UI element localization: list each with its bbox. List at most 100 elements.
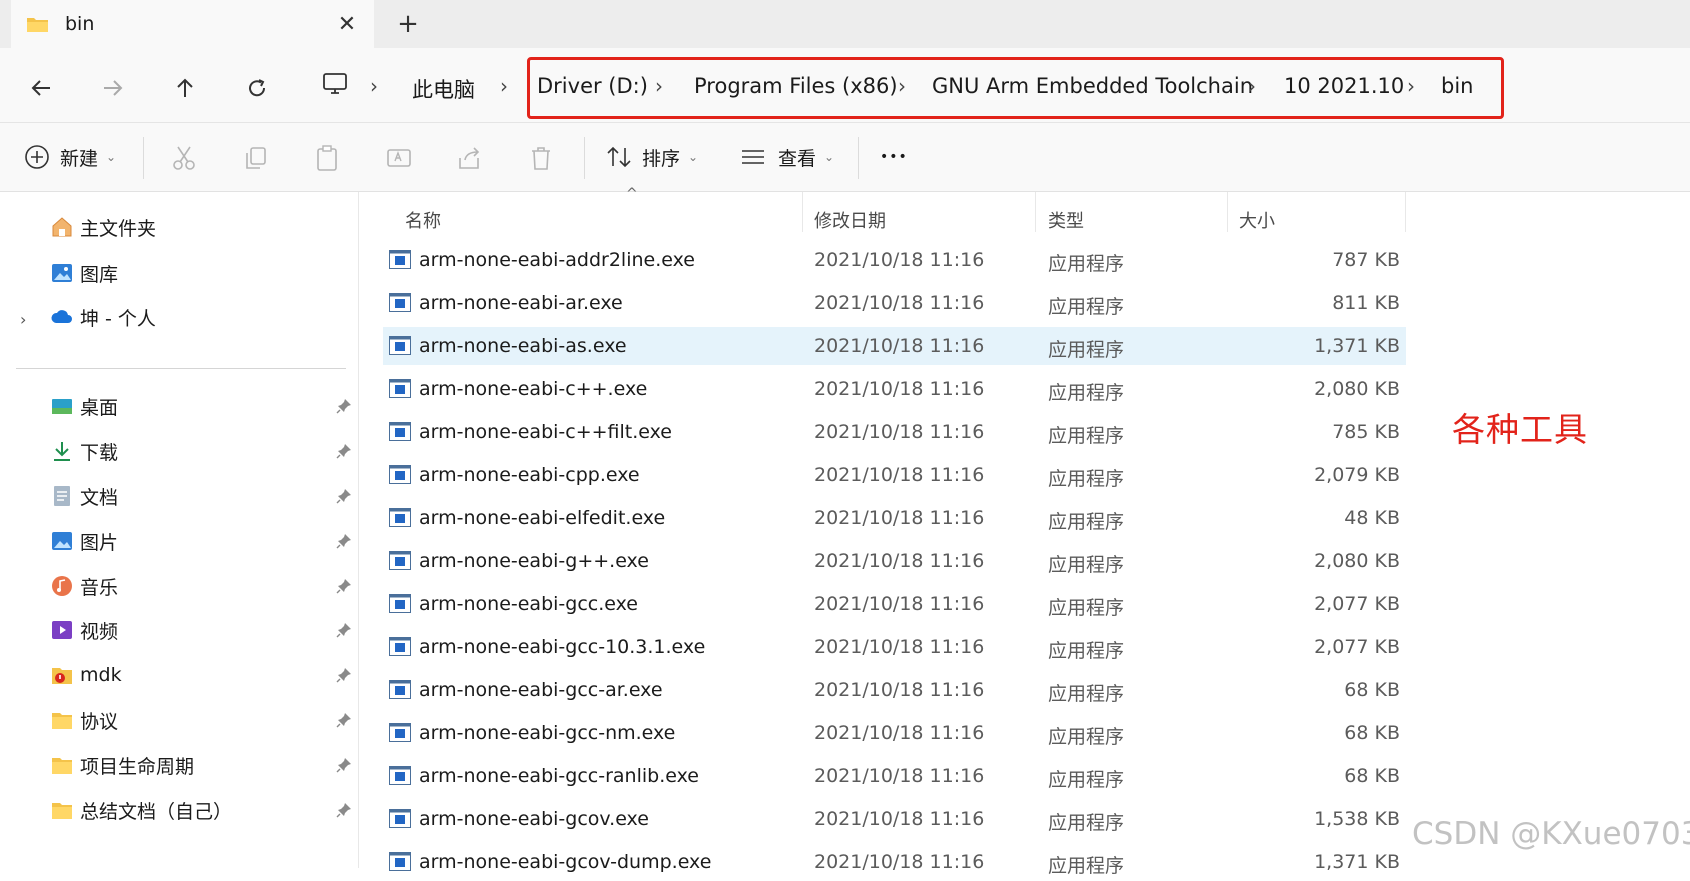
more-options-button[interactable]: ••• bbox=[880, 137, 908, 177]
column-divider[interactable] bbox=[1405, 192, 1406, 232]
view-button[interactable]: 查看 ⌄ bbox=[740, 137, 834, 177]
file-type: 应用程序 bbox=[1048, 640, 1125, 662]
delete-icon[interactable] bbox=[527, 144, 555, 172]
file-name: arm-none-eabi-gcc-10.3.1.exe bbox=[419, 636, 706, 658]
new-button[interactable]: 新建 ⌄ bbox=[24, 137, 116, 177]
folder-icon bbox=[52, 758, 72, 774]
exe-file-icon bbox=[389, 723, 411, 742]
pin-icon[interactable] bbox=[336, 622, 352, 638]
table-row[interactable]: arm-none-eabi-ar.exe 2021/10/18 11:16 应用程序… bbox=[383, 284, 1406, 322]
file-size: 2,080 KB bbox=[1314, 550, 1400, 572]
cut-icon[interactable] bbox=[170, 144, 198, 172]
file-name: arm-none-eabi-elfedit.exe bbox=[419, 507, 666, 529]
arrow-right-icon bbox=[104, 80, 123, 96]
pin-icon[interactable] bbox=[336, 488, 352, 504]
chevron-down-icon: ⌄ bbox=[106, 150, 117, 164]
pin-icon[interactable] bbox=[336, 802, 352, 818]
sidebar-item-gallery[interactable]: 图库 bbox=[50, 255, 118, 291]
table-row[interactable]: arm-none-eabi-gcc-nm.exe 2021/10/18 11:16… bbox=[383, 714, 1406, 752]
pin-icon[interactable] bbox=[336, 712, 352, 728]
table-row[interactable]: arm-none-eabi-as.exe 2021/10/18 11:16 应用程序… bbox=[383, 327, 1406, 365]
file-date: 2021/10/18 11:16 bbox=[814, 636, 985, 658]
table-row[interactable]: arm-none-eabi-gcc-ranlib.exe 2021/10/18 1… bbox=[383, 757, 1406, 795]
sidebar-item-mdk[interactable]: mdk bbox=[50, 657, 122, 693]
table-row[interactable]: arm-none-eabi-gcov-dump.exe 2021/10/18 11… bbox=[383, 843, 1406, 881]
pin-icon[interactable] bbox=[336, 443, 352, 459]
file-name: arm-none-eabi-cpp.exe bbox=[419, 464, 640, 486]
sidebar-divider bbox=[16, 368, 346, 369]
close-tab-button[interactable]: ✕ bbox=[332, 10, 362, 40]
sidebar-item-onedrive[interactable]: 坤 - 个人 bbox=[50, 299, 156, 335]
breadcrumb-this-pc[interactable]: 此电脑 bbox=[412, 74, 475, 104]
share-icon[interactable] bbox=[456, 144, 484, 172]
tab-bin[interactable]: bin ✕ bbox=[11, 0, 374, 48]
new-tab-button[interactable]: + bbox=[392, 8, 424, 40]
column-header-name[interactable]: 名称 bbox=[405, 202, 441, 238]
sidebar-item-label: 文档 bbox=[80, 486, 119, 509]
annotation-text: 各种工具 bbox=[1452, 410, 1588, 449]
table-row[interactable]: arm-none-eabi-addr2line.exe 2021/10/18 11… bbox=[383, 241, 1406, 279]
column-header-type[interactable]: 类型 bbox=[1048, 202, 1084, 238]
paste-icon[interactable] bbox=[313, 144, 341, 172]
sidebar-item-label: 坤 - 个人 bbox=[80, 307, 156, 330]
column-divider[interactable] bbox=[802, 192, 803, 232]
file-type: 应用程序 bbox=[1048, 855, 1125, 877]
sidebar-item-pictures[interactable]: 图片 bbox=[50, 523, 118, 559]
file-size: 2,080 KB bbox=[1314, 378, 1400, 400]
sidebar-item-label: 项目生命周期 bbox=[80, 755, 195, 778]
exe-file-icon bbox=[389, 379, 411, 398]
up-button[interactable] bbox=[165, 68, 205, 108]
file-name: arm-none-eabi-g++.exe bbox=[419, 550, 649, 572]
sidebar-item-protocol[interactable]: 协议 bbox=[50, 702, 118, 738]
pin-icon[interactable] bbox=[336, 398, 352, 414]
sort-label: 排序 bbox=[642, 147, 681, 170]
pin-icon[interactable] bbox=[336, 578, 352, 594]
sidebar-item-videos[interactable]: 视频 bbox=[50, 612, 118, 648]
column-divider[interactable] bbox=[1035, 192, 1036, 232]
table-row[interactable]: arm-none-eabi-gcc-ar.exe 2021/10/18 11:16… bbox=[383, 671, 1406, 709]
table-row[interactable]: arm-none-eabi-elfedit.exe 2021/10/18 11:1… bbox=[383, 499, 1406, 537]
table-row[interactable]: arm-none-eabi-g++.exe 2021/10/18 11:16 应用程… bbox=[383, 542, 1406, 580]
file-type: 应用程序 bbox=[1048, 253, 1125, 275]
table-row[interactable]: arm-none-eabi-gcc.exe 2021/10/18 11:16 应用程… bbox=[383, 585, 1406, 623]
table-row[interactable]: arm-none-eabi-gcov.exe 2021/10/18 11:16 应用… bbox=[383, 800, 1406, 838]
file-name: arm-none-eabi-gcc.exe bbox=[419, 593, 638, 615]
copy-icon[interactable] bbox=[242, 144, 270, 172]
sidebar-item-project-lifecycle[interactable]: 项目生命周期 bbox=[50, 747, 194, 783]
file-type: 应用程序 bbox=[1048, 769, 1125, 791]
onedrive-cloud-icon bbox=[51, 310, 72, 323]
chevron-right-icon[interactable]: › bbox=[20, 310, 26, 329]
forward-button[interactable] bbox=[93, 68, 133, 108]
file-name: arm-none-eabi-as.exe bbox=[419, 335, 627, 357]
sidebar-item-desktop[interactable]: 桌面 bbox=[50, 388, 118, 424]
sort-button[interactable]: 排序 ⌄ bbox=[606, 137, 698, 177]
sidebar-item-downloads[interactable]: 下载 bbox=[50, 433, 118, 469]
column-divider[interactable] bbox=[1227, 192, 1228, 232]
view-list-icon bbox=[742, 150, 764, 164]
monitor-icon bbox=[323, 73, 347, 94]
pictures-icon bbox=[52, 532, 72, 550]
column-header-size[interactable]: 大小 bbox=[1239, 202, 1275, 238]
exe-file-icon bbox=[389, 766, 411, 785]
pin-icon[interactable] bbox=[336, 533, 352, 549]
table-row[interactable]: arm-none-eabi-c++filt.exe 2021/10/18 11:1… bbox=[383, 413, 1406, 451]
table-row[interactable]: arm-none-eabi-cpp.exe 2021/10/18 11:16 应用程… bbox=[383, 456, 1406, 494]
sidebar-item-home[interactable]: 主文件夹 bbox=[50, 209, 156, 245]
chevron-down-icon: ⌄ bbox=[824, 150, 835, 164]
table-row[interactable]: arm-none-eabi-c++.exe 2021/10/18 11:16 应用程… bbox=[383, 370, 1406, 408]
sidebar-item-summary-docs[interactable]: 总结文档（自己） bbox=[50, 792, 232, 828]
pin-icon[interactable] bbox=[336, 667, 352, 683]
rename-icon[interactable] bbox=[385, 144, 413, 172]
sidebar-item-music[interactable]: 音乐 bbox=[50, 568, 118, 604]
refresh-button[interactable] bbox=[237, 68, 277, 108]
file-size: 811 KB bbox=[1332, 292, 1400, 314]
back-button[interactable] bbox=[21, 68, 61, 108]
table-row[interactable]: arm-none-eabi-gcc-10.3.1.exe 2021/10/18 1… bbox=[383, 628, 1406, 666]
sidebar-item-label: 音乐 bbox=[80, 576, 119, 599]
column-header-label: 名称 bbox=[405, 211, 441, 232]
file-date: 2021/10/18 11:16 bbox=[814, 851, 985, 873]
pin-icon[interactable] bbox=[336, 757, 352, 773]
mdk-folder-icon bbox=[52, 668, 72, 684]
sidebar-item-documents[interactable]: 文档 bbox=[50, 478, 118, 514]
column-header-date[interactable]: 修改日期 bbox=[814, 202, 886, 238]
